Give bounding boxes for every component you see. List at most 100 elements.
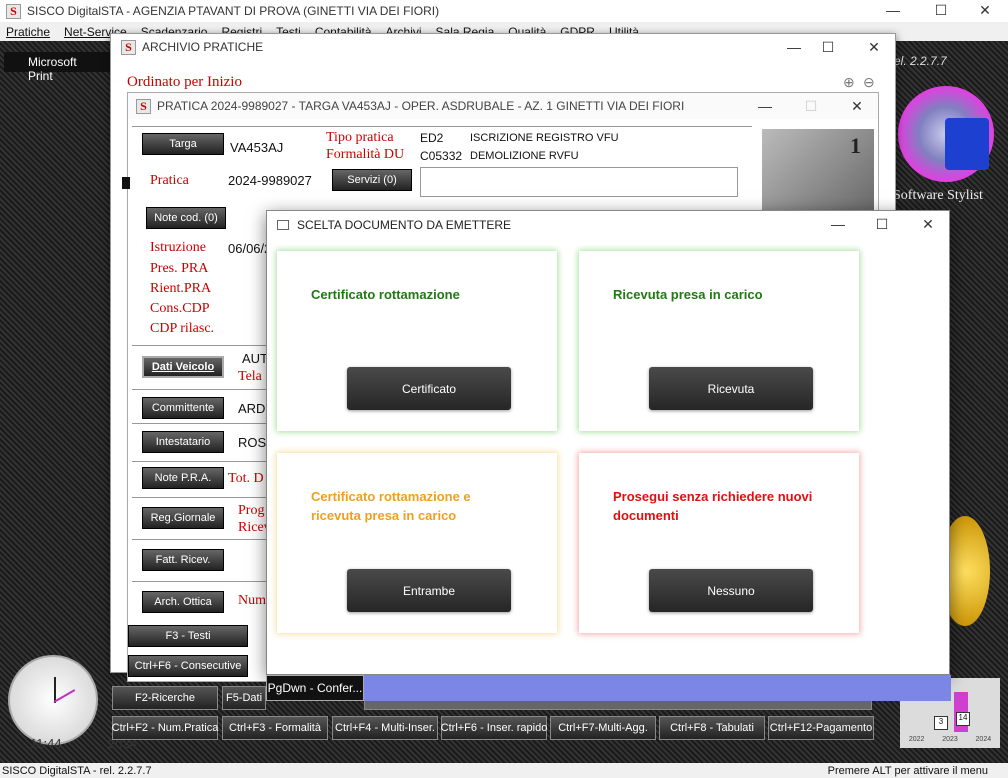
close-icon[interactable]: ✕ [962, 0, 1008, 20]
pratica-label: Pratica [150, 173, 189, 188]
targa-value: VA453AJ [230, 140, 284, 155]
num-label: Num [238, 593, 266, 608]
arch-ottica-button[interactable]: Arch. Ottica [142, 591, 224, 613]
chart-year-label: 2022 [908, 736, 925, 743]
page-number: 1 [850, 133, 861, 158]
fatt-ricev-button[interactable]: Fatt. Ricev. [142, 549, 224, 571]
ctrl-f4-button[interactable]: Ctrl+F4 - Multi-Inser. [332, 716, 438, 740]
intestatario-button[interactable]: Intestatario [142, 431, 224, 453]
pratica-title: PRATICA 2024-9989027 - TARGA VA453AJ - O… [157, 99, 685, 113]
entrambe-button[interactable]: Entrambe [347, 569, 511, 612]
document-icon [945, 118, 989, 170]
clock-time: 11:44 [30, 736, 62, 751]
card-ricevuta-text: Ricevuta presa in carico [613, 287, 763, 302]
istruzione-date: 06/06/2 [228, 241, 272, 256]
dati-veicolo-button[interactable]: Dati Veicolo [142, 356, 224, 378]
dialog-title: SCELTA DOCUMENTO DA EMETTERE [297, 218, 512, 232]
status-left: SISCO DigitalSTA - rel. 2.2.7.7 [2, 764, 152, 777]
reg-giornale-button[interactable]: Reg.Giornale [142, 507, 224, 529]
chart-year-label: 2023 [942, 736, 958, 743]
formalita-desc: DEMOLIZIONE RVFU [470, 150, 579, 162]
archive-title: ARCHIVIO PRATICHE [142, 40, 264, 54]
status-bar: SISCO DigitalSTA - rel. 2.2.7.7 Premere … [0, 763, 1008, 778]
nessuno-button[interactable]: Nessuno [649, 569, 813, 612]
card-entrambe-text: Certificato rottamazione e ricevuta pres… [311, 489, 471, 523]
status-right: Premere ALT per attivare il menu [827, 764, 988, 777]
tipo-code: ED2 [420, 131, 444, 145]
certificato-button[interactable]: Certificato [347, 367, 511, 410]
ctrl-f12-button[interactable]: Ctrl+F12-Pagamento [768, 716, 874, 740]
committente-value: ARD [238, 401, 266, 416]
analog-clock [8, 655, 98, 745]
f5-dati-button[interactable]: F5-Dati [222, 686, 266, 710]
istruzione-label: Istruzione [150, 240, 206, 255]
servizi-field[interactable] [420, 167, 738, 197]
formalita-label: Formalità DU [326, 147, 405, 162]
release-label: rel. 2.2.7.7 [890, 54, 947, 68]
tipo-pratica-label: Tipo pratica [326, 130, 394, 145]
ricevuta-button[interactable]: Ricevuta [649, 367, 813, 410]
menu-item-pratiche[interactable]: Pratiche [6, 25, 50, 39]
minimize-icon[interactable]: — [870, 0, 916, 20]
cdp-rilasc-label: CDP rilasc. [150, 321, 215, 336]
targa-button[interactable]: Targa [142, 133, 224, 155]
ctrl-f6-inser-button[interactable]: Ctrl+F6 - Inser. rapido [441, 716, 547, 740]
pratica-number: 2024-9989027 [228, 173, 312, 188]
card-entrambe: Certificato rottamazione e ricevuta pres… [277, 453, 557, 633]
window-icon [277, 220, 289, 230]
chart-years: 2022 2023 2024 [900, 736, 1000, 743]
telaio-label: Tela [238, 369, 262, 384]
archive-sort-label: Ordinato per Inizio [127, 74, 242, 90]
ctrl-f3-button[interactable]: Ctrl+F3 - Formalità [222, 716, 328, 740]
pres-pra-label: Pres. PRA [150, 261, 209, 276]
f2-ricerche-button[interactable]: F2-Ricerche [112, 686, 218, 710]
pratica-maximize-icon: ☐ [804, 98, 818, 114]
archive-maximize-icon[interactable]: ☐ [805, 37, 851, 57]
ctrl-f8-button[interactable]: Ctrl+F8 - Tabulati [659, 716, 765, 740]
tot-label: Tot. D [228, 471, 264, 486]
card-nessuno: Prosegui senza richiedere nuovi document… [579, 453, 859, 633]
ctrl-f7-button[interactable]: Ctrl+F7-Multi-Agg. [550, 716, 656, 740]
dialog-maximize-icon[interactable]: ☐ [859, 214, 905, 234]
pratica-logo-icon: S [136, 98, 151, 114]
zoom-in-icon[interactable]: ⊕ [843, 74, 855, 91]
app-logo-icon: S [6, 3, 21, 19]
card-nessuno-text: Prosegui senza richiedere nuovi document… [613, 489, 813, 523]
dialog-title-bar: SCELTA DOCUMENTO DA EMETTERE — ☐ ✕ [267, 211, 949, 239]
app-title-bar: S SISCO DigitalSTA - AGENZIA PTAVANT DI … [0, 0, 1008, 22]
scelta-documento-dialog: SCELTA DOCUMENTO DA EMETTERE — ☐ ✕ Certi… [266, 210, 951, 701]
car-image: 1 [762, 129, 874, 219]
brand-label: Software Stylist [893, 188, 983, 203]
ctrl-f2-button[interactable]: Ctrl+F2 - Num.Pratica [112, 716, 218, 740]
card-certificato-text: Certificato rottamazione [311, 287, 460, 302]
intestatario-value: ROS [238, 435, 267, 450]
formalita-code: C05332 [420, 149, 463, 163]
archive-close-icon[interactable]: ✕ [851, 37, 897, 57]
app-title: SISCO DigitalSTA - AGENZIA PTAVANT DI PR… [27, 4, 440, 18]
prog-label: Prog [238, 503, 265, 518]
chart-year-label: 2024 [975, 736, 992, 743]
ctrl-f6-consecutive-button[interactable]: Ctrl+F6 - Consecutive [128, 655, 248, 677]
note-cod-button[interactable]: Note cod. (0) [146, 207, 226, 229]
dialog-minimize-icon[interactable]: — [815, 214, 861, 234]
dialog-footer-bar [267, 675, 951, 701]
maximize-icon[interactable]: ☐ [918, 0, 964, 20]
zoom-out-icon[interactable]: ⊖ [863, 74, 875, 91]
pratica-close-icon[interactable]: ✕ [834, 96, 880, 116]
cons-cdp-label: Cons.CDP [150, 301, 210, 316]
veicolo-value: AUT [242, 351, 268, 366]
pratica-minimize-icon[interactable]: — [742, 96, 788, 116]
f3-testi-button[interactable]: F3 - Testi [128, 625, 248, 647]
card-ricevuta: Ricevuta presa in carico Ricevuta [579, 251, 859, 431]
archive-title-bar: S ARCHIVIO PRATICHE — ☐ ✕ [111, 34, 895, 60]
pgdwn-confirm-button[interactable]: PgDwn - Confer... [266, 675, 364, 701]
note-pra-button[interactable]: Note P.R.A. [142, 467, 224, 489]
dialog-close-icon[interactable]: ✕ [905, 214, 951, 234]
committente-button[interactable]: Committente [142, 397, 224, 419]
row-pointer-icon [122, 177, 130, 189]
printer-label: Microsoft Print [4, 52, 124, 83]
servizi-button[interactable]: Servizi (0) [332, 169, 412, 191]
card-certificato: Certificato rottamazione Certificato [277, 251, 557, 431]
pratica-title-bar: S PRATICA 2024-9989027 - TARGA VA453AJ -… [128, 93, 878, 119]
rient-pra-label: Rient.PRA [150, 281, 212, 296]
